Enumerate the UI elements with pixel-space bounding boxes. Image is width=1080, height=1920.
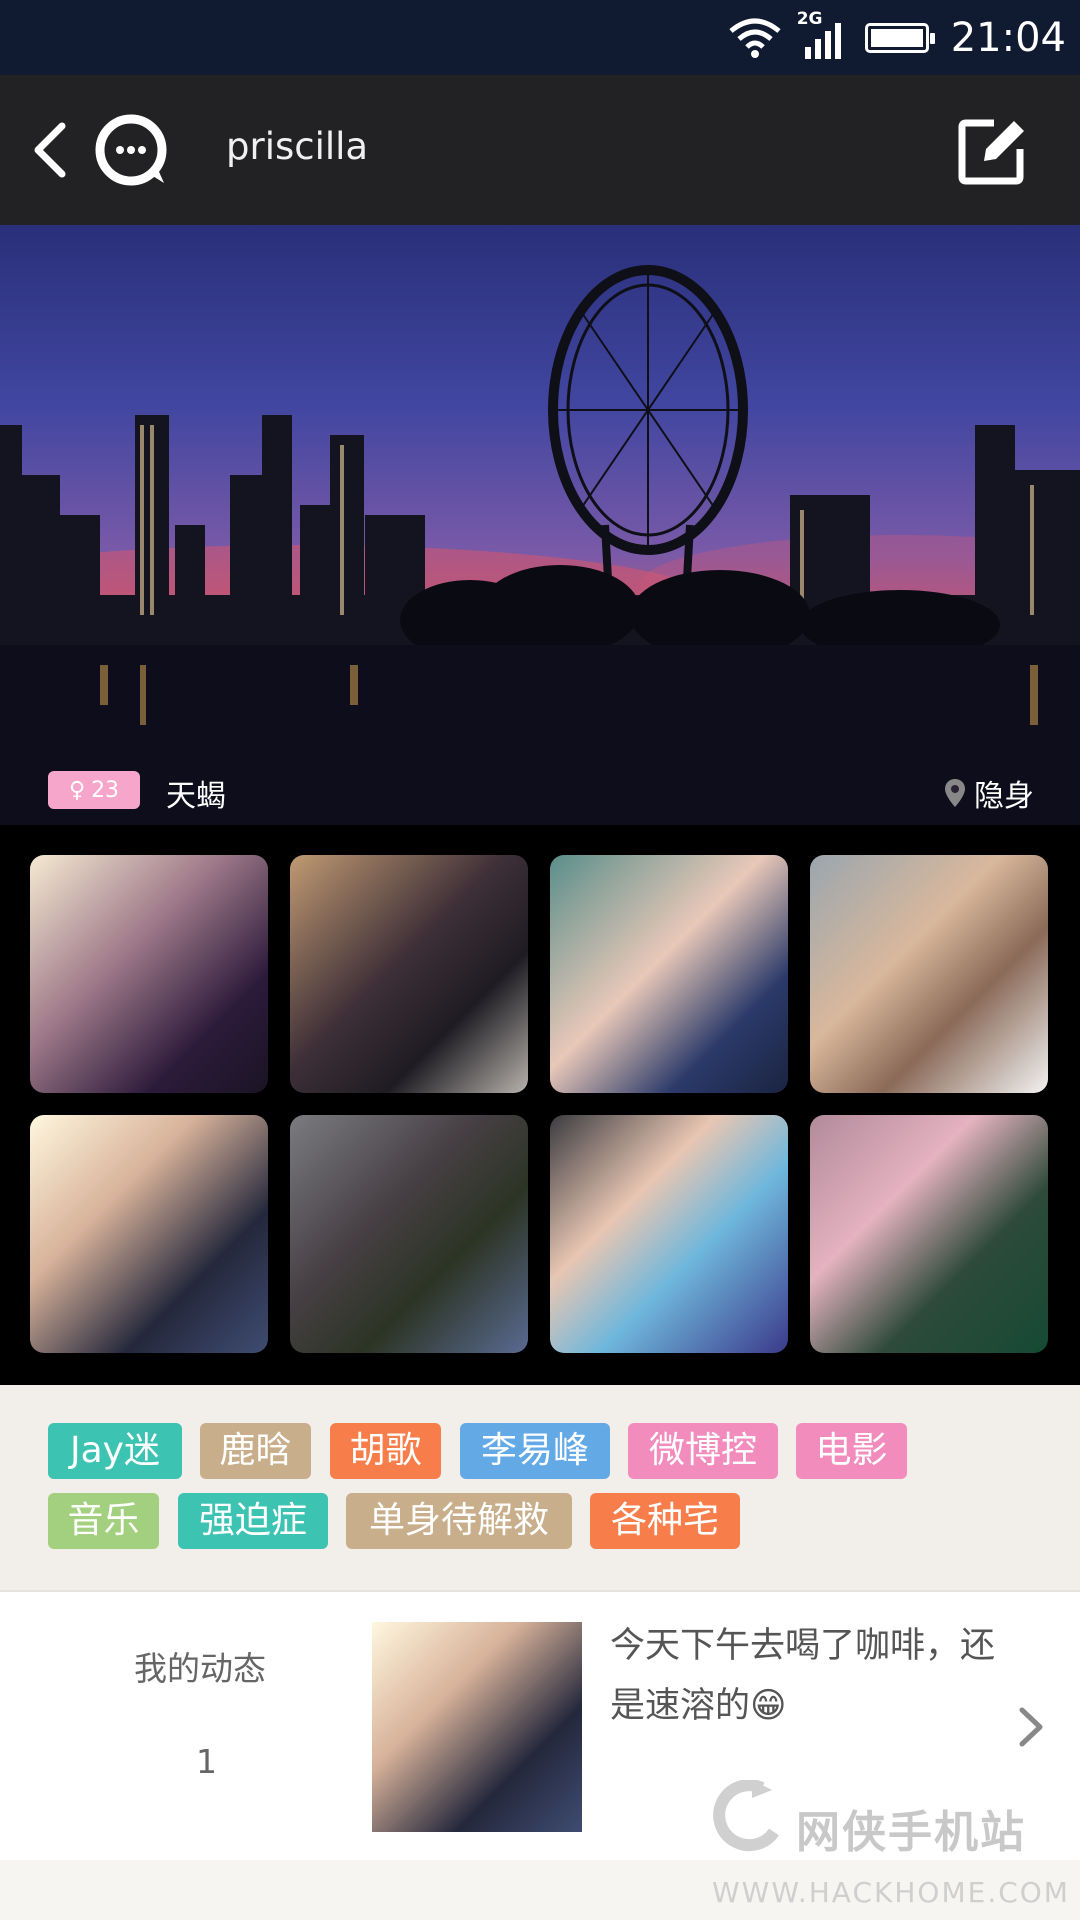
cityscape-image [0, 265, 1080, 825]
wifi-icon [729, 18, 781, 58]
feed-label: 我的动态 [134, 1649, 266, 1688]
tag-weibo[interactable]: 微博控 [628, 1423, 778, 1479]
interest-tags: Jay迷 鹿晗 胡歌 李易峰 微博控 电影 音乐 强迫症 单身待解救 各种宅 [0, 1385, 1080, 1590]
watermark-name: 网侠手机站 [796, 1807, 1026, 1858]
battery-icon [864, 22, 935, 53]
tag-single[interactable]: 单身待解救 [346, 1493, 572, 1549]
feed-thumbnail[interactable] [372, 1622, 582, 1832]
watermark-logo-icon [713, 1780, 779, 1852]
zodiac-label: 天蝎 [166, 779, 226, 814]
photo-7[interactable] [550, 1115, 788, 1353]
photo-2[interactable] [290, 855, 528, 1093]
tag-li-yifeng[interactable]: 李易峰 [460, 1423, 610, 1479]
feed-count: 1 [196, 1742, 217, 1781]
tag-ocd[interactable]: 强迫症 [178, 1493, 328, 1549]
feed-preview-text: 今天下午去喝了咖啡，还是速溶的😁 [610, 1626, 996, 1726]
tag-music[interactable]: 音乐 [48, 1493, 159, 1549]
photo-4[interactable] [810, 855, 1048, 1093]
tag-movie[interactable]: 电影 [796, 1423, 907, 1479]
photo-1[interactable] [30, 855, 268, 1093]
edit-icon[interactable] [956, 115, 1028, 187]
signal-icon: 2G [797, 9, 849, 63]
photo-8[interactable] [810, 1115, 1048, 1353]
chevron-left-icon[interactable] [26, 120, 76, 180]
tag-hu-ge[interactable]: 胡歌 [330, 1423, 441, 1479]
status-icons: 2G 21:04 [727, 0, 1066, 75]
tag-luhan[interactable]: 鹿晗 [200, 1423, 311, 1479]
location-pin-icon [945, 779, 965, 807]
status-time: 21:04 [950, 14, 1066, 61]
chevron-right-icon[interactable] [1016, 1704, 1046, 1750]
location-label: 隐身 [974, 779, 1034, 814]
age-badge: ♀ 23 [48, 771, 140, 809]
photo-5[interactable] [30, 1115, 268, 1353]
tag-homebody[interactable]: 各种宅 [590, 1493, 740, 1549]
top-app-bar: priscilla [0, 75, 1080, 225]
age-value: 23 [91, 777, 120, 803]
photo-3[interactable] [550, 855, 788, 1093]
chat-bubble-icon[interactable] [92, 111, 170, 189]
watermark-url: WWW.HACKHOME.COM [712, 1876, 1070, 1909]
status-bar: 2G 21:04 [0, 0, 1080, 75]
female-icon: ♀ [68, 777, 86, 803]
location-status: 隐身 [944, 771, 1034, 815]
page-title: priscilla [226, 125, 369, 168]
cover-photo[interactable]: ♀ 23 天蝎 隐身 [0, 225, 1080, 825]
tag-jay-fan[interactable]: Jay迷 [48, 1423, 182, 1479]
photo-grid [0, 825, 1080, 1385]
photo-6[interactable] [290, 1115, 528, 1353]
